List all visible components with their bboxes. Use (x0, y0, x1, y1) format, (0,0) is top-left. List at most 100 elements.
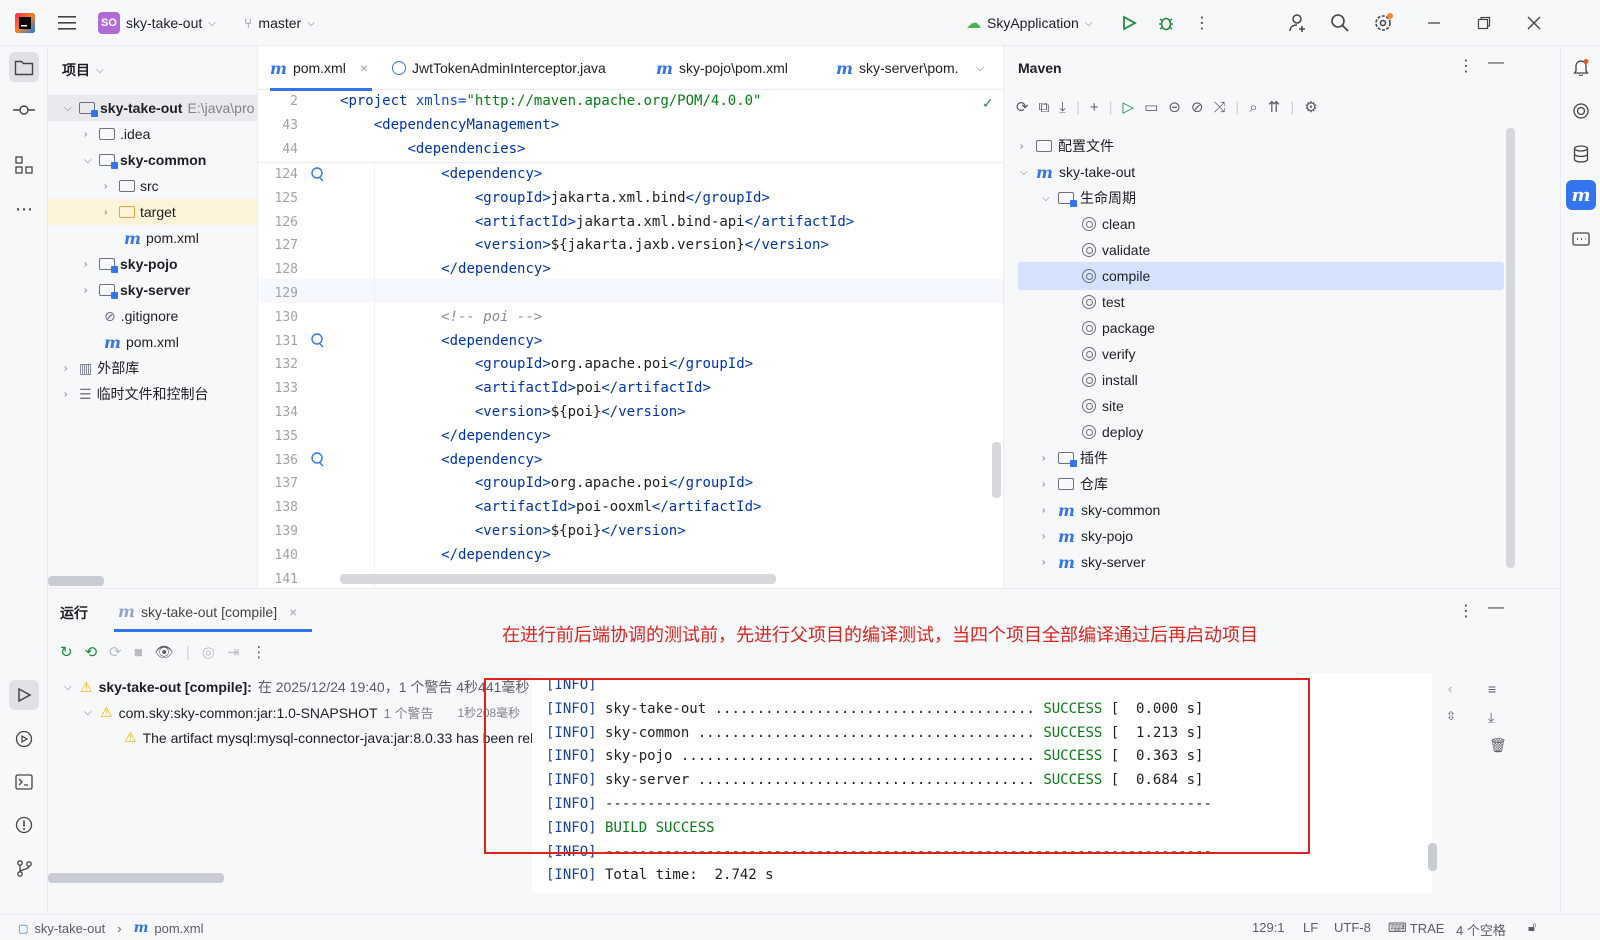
tree-item-sky-take-out[interactable]: ⌵ sky-take-out E:\java\pro (48, 95, 257, 121)
tree-item-idea[interactable]: › .idea (48, 121, 257, 147)
code-line[interactable]: <version>${poi}</version> (340, 523, 686, 539)
run-tree-module[interactable]: ⌵ ⚠ com.sky:sky-common:jar:1.0-SNAPSHOT … (84, 703, 520, 722)
more-options-icon[interactable]: ⋮ (1458, 601, 1474, 621)
endpoints-icon[interactable] (1566, 224, 1596, 254)
more-tools-icon[interactable]: ⋯ (9, 194, 39, 224)
generate-sources-icon[interactable]: ⧉ (1039, 99, 1050, 116)
close-tab-icon[interactable]: × (289, 604, 297, 620)
override-gutter-icon[interactable] (310, 332, 326, 351)
file-encoding[interactable]: UTF-8 (1334, 920, 1371, 935)
tab-pom-xml[interactable]: m pom.xml × (270, 46, 373, 91)
line-ending[interactable]: LF (1303, 920, 1318, 935)
refresh-icon[interactable]: ⟳ (109, 643, 122, 661)
sticky-line[interactable]: <dependencyManagement> (340, 117, 559, 133)
lifecycle-test[interactable]: test (1082, 289, 1125, 315)
tree-item-src[interactable]: › src (48, 173, 257, 199)
tab-sky-pojo-pom[interactable]: m sky-pojo\pom.xml (656, 46, 788, 90)
collapse-all-icon[interactable]: ⇈ (1268, 98, 1281, 116)
screenshot-icon[interactable]: ◎ (202, 643, 215, 661)
sticky-line[interactable]: <dependencies> (340, 141, 525, 157)
tree-item-scratches[interactable]: › ☰ 临时文件和控制台 (48, 381, 257, 407)
ai-assistant-icon[interactable] (1566, 96, 1596, 126)
tab-jwt-interceptor[interactable]: JwtTokenAdminInterceptor.java (392, 46, 606, 90)
database-icon[interactable] (1566, 139, 1596, 169)
minimize-icon[interactable] (1420, 9, 1448, 37)
hide-panel-icon[interactable]: — (1488, 599, 1504, 617)
project-selector[interactable]: SO sky-take-out ⌵ (98, 0, 216, 46)
vertical-scrollbar[interactable] (1506, 128, 1515, 568)
code-line[interactable]: <dependency> (340, 333, 542, 349)
code-line[interactable]: <dependency> (340, 452, 542, 468)
tab-run-config[interactable]: m sky-take-out [compile] × (118, 602, 297, 621)
lifecycle-verify[interactable]: verify (1082, 341, 1135, 367)
rerun-icon[interactable]: ↻ (60, 643, 73, 661)
vertical-scrollbar[interactable] (992, 442, 1001, 498)
run-tree-warning[interactable]: ⚠ The artifact mysql:mysql-connector-jav… (124, 729, 532, 746)
tab-sky-server-pom[interactable]: m sky-server\pom. (836, 46, 959, 90)
run-tool-icon[interactable] (9, 680, 39, 710)
tree-item-target[interactable]: › target (48, 199, 257, 225)
previous-icon[interactable]: ‹ (1448, 681, 1452, 696)
soft-wrap-icon[interactable]: ≡ (1488, 681, 1496, 697)
maven-item-sky-take-out[interactable]: ⌵ m sky-take-out (1020, 159, 1135, 185)
code-line[interactable]: <artifactId>poi</artifactId> (340, 380, 711, 396)
code-line[interactable]: </dependency> (340, 547, 551, 563)
indent-setting[interactable]: 4 个空格 (1456, 920, 1506, 939)
add-user-icon[interactable] (1284, 9, 1312, 37)
code-line[interactable]: </dependency> (340, 261, 551, 277)
cursor-position[interactable]: 129:1 (1252, 920, 1285, 935)
branch-selector[interactable]: ⑂ master ⌵ (244, 0, 315, 46)
breadcrumb-file[interactable]: pom.xml (154, 921, 203, 936)
code-line[interactable]: <artifactId>poi-ooxml</artifactId> (340, 499, 762, 515)
git-tool-icon[interactable] (9, 853, 39, 883)
main-menu-icon[interactable] (58, 0, 78, 46)
clear-trash-icon[interactable]: 🗑︎ (1489, 737, 1507, 754)
override-gutter-icon[interactable] (310, 166, 326, 185)
tabs-overflow-chevron-icon[interactable]: ⌵ (976, 46, 984, 90)
sticky-line[interactable]: <project xmlns="http://maven.apache.org/… (340, 93, 761, 109)
more-actions-icon[interactable]: ⋮ (1188, 9, 1216, 37)
maven-item-sky-common[interactable]: › m sky-common (1042, 497, 1160, 523)
horizontal-scrollbar[interactable] (48, 576, 104, 586)
breadcrumb-project[interactable]: sky-take-out (34, 921, 105, 936)
restore-icon[interactable] (1470, 9, 1498, 37)
notifications-bell-icon[interactable] (1566, 52, 1596, 82)
tree-item-sky-pojo[interactable]: › sky-pojo (48, 251, 257, 277)
skip-tests-icon[interactable]: ⊘ (1191, 98, 1204, 116)
reload-icon[interactable]: ⟳ (1016, 98, 1029, 116)
code-body[interactable]: 124 <dependency> 125 <groupId>jakarta.xml… (258, 164, 1003, 588)
dependency-analyzer-icon[interactable]: ⌕ (1249, 99, 1257, 116)
maven-item-profiles[interactable]: › 配置文件 (1020, 133, 1114, 159)
commit-tool-icon[interactable] (9, 95, 39, 125)
problems-tool-icon[interactable] (9, 810, 39, 840)
tree-item-external-libraries[interactable]: › ▥ 外部库 (48, 355, 257, 381)
code-line[interactable]: </dependency> (340, 428, 551, 444)
view-eye-icon[interactable]: 👁︎ (155, 643, 174, 661)
project-panel-header[interactable]: 项目 ⌵ (62, 60, 104, 80)
tree-item-sky-common[interactable]: ⌵ sky-common (48, 147, 257, 173)
code-line[interactable]: <version>${poi}</version> (340, 404, 686, 420)
offline-mode-icon[interactable]: ⊝ (1168, 98, 1181, 116)
maven-item-repositories[interactable]: › 仓库 (1042, 471, 1108, 497)
lifecycle-package[interactable]: package (1082, 315, 1155, 341)
execute-goal-icon[interactable]: ▭ (1144, 98, 1158, 116)
app-logo-icon[interactable] (14, 0, 36, 46)
services-tool-icon[interactable] (9, 724, 39, 754)
lock-icon[interactable]: 🔓︎ (1528, 919, 1536, 935)
code-line[interactable]: <version>${jakarta.jaxb.version}</versio… (340, 237, 829, 253)
add-icon[interactable]: + (1090, 99, 1099, 116)
settings-gear-icon[interactable] (1369, 9, 1397, 37)
run-tree-root[interactable]: ⌵ ⚠ sky-take-out [compile]: 在 2025/12/24… (64, 677, 529, 697)
code-line[interactable]: <groupId>jakarta.xml.bind</groupId> (340, 190, 770, 206)
lifecycle-site[interactable]: site (1082, 393, 1124, 419)
export-icon[interactable]: ⇥ (227, 643, 240, 661)
scroll-to-end-icon[interactable]: ⤓ (1488, 709, 1494, 726)
maven-item-plugins[interactable]: › 插件 (1042, 445, 1108, 471)
project-tool-icon[interactable] (9, 52, 39, 82)
maven-tool-icon[interactable]: m (1566, 180, 1596, 210)
tree-item-root-pom[interactable]: m pom.xml (48, 329, 257, 355)
tree-item-gitignore[interactable]: ⊘ .gitignore (48, 303, 257, 329)
more-options-icon[interactable]: ⋮ (1458, 56, 1474, 76)
maven-settings-icon[interactable]: ⚙ (1304, 98, 1317, 116)
code-line[interactable]: <!-- poi --> (340, 309, 542, 325)
